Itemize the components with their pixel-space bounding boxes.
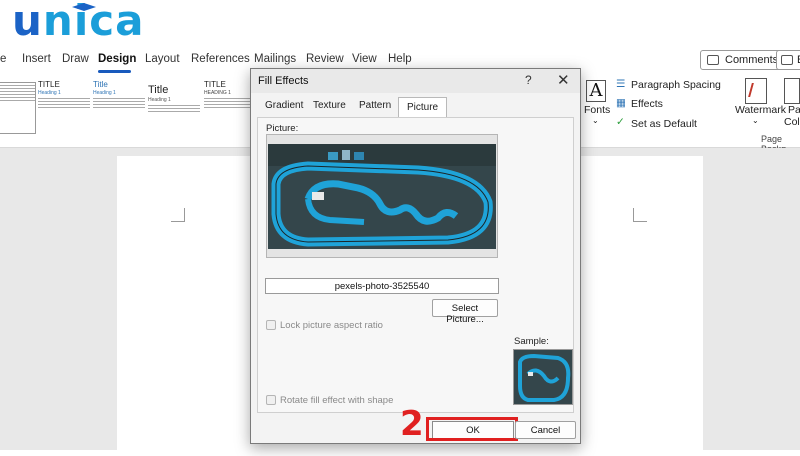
chevron-down-icon: ⌄ [592, 116, 599, 125]
margin-marker [633, 208, 647, 222]
check-circle-icon: ✓ [616, 116, 625, 128]
graduation-cap-icon [72, 3, 96, 11]
ok-highlight-box [426, 417, 518, 441]
menu-insert[interactable]: Insert [22, 53, 51, 65]
select-picture-button[interactable]: Select Picture... [432, 299, 498, 325]
close-icon[interactable]: ✕ [557, 71, 570, 89]
picture-filename-field: pexels-photo-3525540 [265, 278, 499, 294]
margin-marker [171, 208, 185, 222]
rotate-fill-checkbox[interactable] [266, 395, 276, 405]
sample-image [514, 350, 572, 404]
picture-tab-panel: Picture: pexels-photo-3525540 Select Pic… [257, 117, 574, 413]
picture-preview [266, 134, 498, 258]
page-color-icon [784, 78, 800, 104]
effects-icon: ▦ [616, 97, 626, 109]
sample-preview [513, 349, 573, 405]
comment-icon [707, 55, 719, 65]
menu-references[interactable]: References [191, 53, 250, 65]
menu-design[interactable]: Design [98, 53, 136, 65]
style-set-thumbnail[interactable] [0, 82, 36, 134]
tab-gradient[interactable]: Gradient [265, 100, 303, 111]
help-icon[interactable]: ? [525, 73, 532, 87]
style-set-thumbnail[interactable]: Title Heading 1 [93, 80, 145, 132]
fonts-button[interactable]: Fonts [584, 104, 610, 116]
chevron-down-icon: ⌄ [752, 116, 759, 125]
dialog-titlebar[interactable]: Fill Effects ? ✕ [251, 69, 580, 93]
race-track-image [268, 144, 496, 249]
set-as-default-button[interactable]: Set as Default [631, 118, 697, 130]
watermark-button[interactable]: Watermark [735, 104, 786, 116]
active-tab-indicator [98, 70, 131, 73]
lock-aspect-label: Lock picture aspect ratio [280, 320, 383, 331]
menu-review[interactable]: Review [306, 53, 344, 65]
menu-help[interactable]: Help [388, 53, 412, 65]
editing-button[interactable]: E [776, 50, 800, 70]
tab-pattern[interactable]: Pattern [359, 100, 391, 111]
lock-aspect-checkbox[interactable] [266, 320, 276, 330]
paragraph-spacing-icon: ☰ [616, 78, 626, 90]
comments-button[interactable]: Comments [700, 50, 786, 70]
menu-home[interactable]: e [0, 53, 6, 65]
step-number-annotation: 2 [400, 404, 424, 444]
rotate-fill-label: Rotate fill effect with shape [280, 395, 394, 406]
watermark-icon [745, 78, 767, 104]
menu-layout[interactable]: Layout [145, 53, 180, 65]
tab-picture[interactable]: Picture [398, 97, 448, 118]
sample-label: Sample: [514, 336, 549, 347]
effects-button[interactable]: Effects [631, 98, 663, 110]
brand-header: unica [0, 0, 800, 46]
menu-view[interactable]: View [352, 53, 377, 65]
menu-mailings[interactable]: Mailings [254, 53, 296, 65]
menu-draw[interactable]: Draw [62, 53, 89, 65]
style-set-thumbnail[interactable]: TITLE HEADING 1 [204, 80, 256, 132]
picture-label: Picture: [266, 123, 299, 134]
paragraph-spacing-button[interactable]: Paragraph Spacing [631, 79, 721, 91]
page-color-label: Colo [784, 116, 800, 128]
pencil-icon [781, 55, 793, 65]
tab-texture[interactable]: Texture [313, 100, 346, 111]
style-set-thumbnail[interactable]: TITLE Heading 1 [38, 80, 90, 132]
cancel-button[interactable]: Cancel [515, 421, 576, 439]
dialog-tabs: Gradient Texture Pattern Picture [257, 97, 574, 118]
fonts-icon: A [586, 80, 606, 102]
style-set-thumbnail[interactable]: Title Heading 1 [148, 84, 200, 136]
fill-effects-dialog: Fill Effects ? ✕ Gradient Texture Patter… [250, 68, 581, 444]
dialog-title: Fill Effects [258, 75, 309, 87]
page-color-button[interactable]: Pa [788, 104, 800, 116]
